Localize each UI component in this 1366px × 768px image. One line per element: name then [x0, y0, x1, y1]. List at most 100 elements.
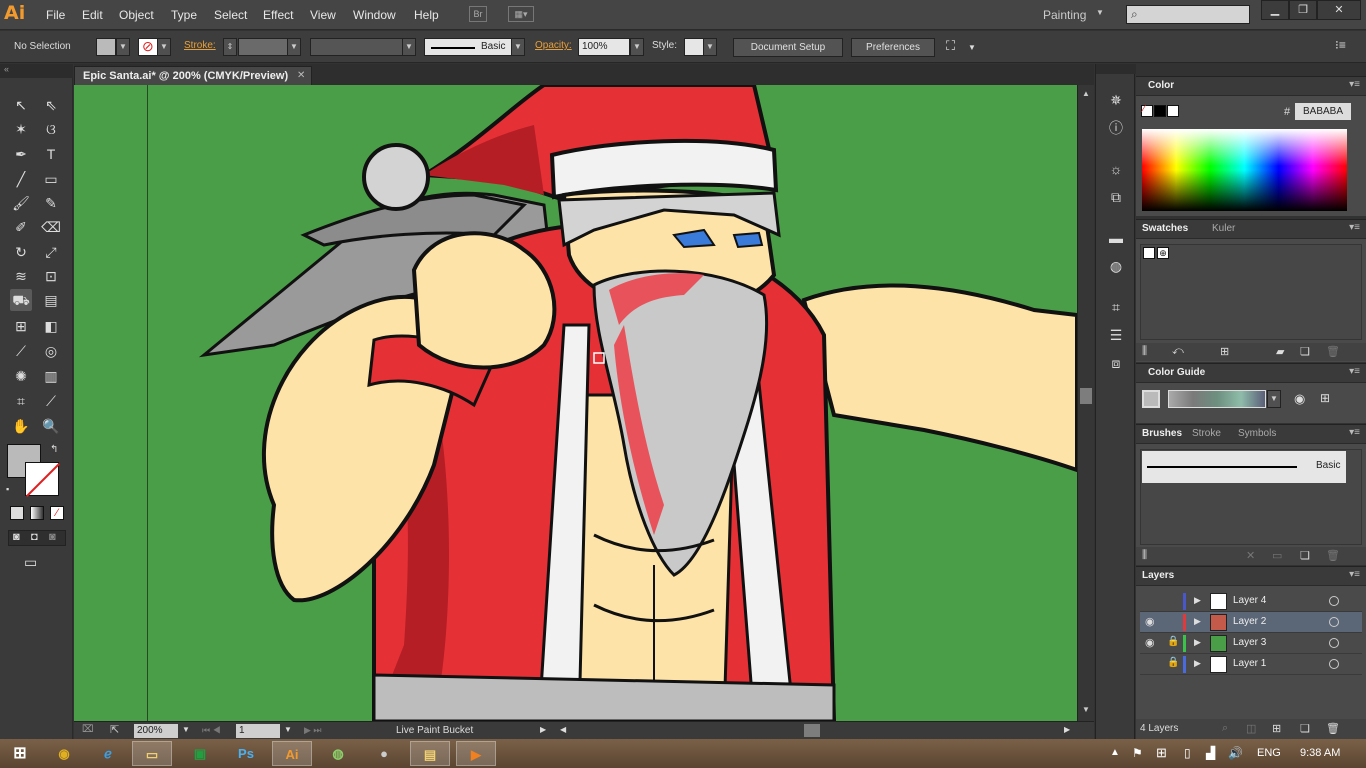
new-group-icon[interactable]: ▰: [1276, 345, 1284, 358]
locate-object-icon[interactable]: ⌕: [1222, 722, 1228, 735]
visibility-eye-icon[interactable]: ◉: [1145, 636, 1155, 649]
stroke-swatch[interactable]: ⊘: [138, 38, 158, 56]
layer-name[interactable]: Layer 3: [1233, 637, 1266, 648]
default-colors-icon[interactable]: ▪: [6, 484, 9, 494]
selection-tool-icon[interactable]: ↖: [10, 94, 32, 116]
expand-triangle-icon[interactable]: ▶: [1194, 637, 1201, 648]
mesh-tool-icon[interactable]: ⊞: [10, 315, 32, 337]
brush-dropdown[interactable]: ▼: [511, 38, 525, 56]
delete-icon[interactable]: 🗑: [1326, 345, 1340, 358]
preferences-button[interactable]: Preferences: [851, 38, 935, 57]
harmony-rules-strip[interactable]: [1168, 390, 1266, 408]
tray-expand-icon[interactable]: ▲: [1110, 747, 1120, 758]
app-icon[interactable]: ◍: [318, 741, 358, 766]
opacity-field[interactable]: 100%: [578, 38, 630, 56]
file-explorer-icon[interactable]: ▭: [132, 741, 172, 766]
app-icon[interactable]: ●: [364, 741, 404, 766]
document-setup-button[interactable]: Document Setup: [733, 38, 843, 57]
layer-name[interactable]: Layer 4: [1233, 595, 1266, 606]
base-color-swatch[interactable]: [1142, 390, 1160, 408]
gradient-mode-icon[interactable]: [30, 506, 44, 520]
stroke-tab[interactable]: Stroke: [1192, 428, 1221, 439]
rectangle-tool-icon[interactable]: ▭: [40, 168, 62, 190]
bridge-icon[interactable]: Br: [469, 6, 487, 22]
zoom-dropdown-icon[interactable]: ▼: [182, 725, 190, 734]
new-swatch-icon[interactable]: ❏: [1300, 345, 1310, 358]
fill-dropdown[interactable]: ▼: [116, 38, 130, 56]
swatch-options-icon[interactable]: ⊞: [1220, 345, 1229, 358]
profile-dropdown[interactable]: ▼: [402, 38, 416, 56]
menu-object[interactable]: Object: [119, 8, 154, 22]
layer-row[interactable]: ◉ 🔒 ▶ Layer 3: [1140, 633, 1362, 654]
zoom-field[interactable]: 200%: [134, 724, 178, 738]
warp-tool-icon[interactable]: ≋: [10, 265, 32, 287]
target-circle-icon[interactable]: [1329, 659, 1339, 669]
target-circle-icon[interactable]: [1329, 638, 1339, 648]
variable-width-profile[interactable]: [310, 38, 404, 56]
fill-swatch[interactable]: [96, 38, 116, 56]
minimize-button[interactable]: ▁: [1261, 0, 1289, 20]
new-layer-icon[interactable]: ❏: [1300, 722, 1310, 735]
panel-menu-icon[interactable]: ▾≡: [1349, 222, 1360, 233]
start-button[interactable]: ⊞: [0, 741, 40, 766]
kuler-tab[interactable]: Kuler: [1212, 223, 1235, 234]
vertical-scroll-thumb[interactable]: [1080, 388, 1092, 404]
brush-library-icon[interactable]: ⫼: [1142, 549, 1147, 562]
lock-icon[interactable]: 🔒: [1167, 657, 1179, 668]
draw-behind-icon[interactable]: ◘: [31, 531, 38, 543]
type-tool-icon[interactable]: T: [40, 143, 62, 165]
color-guide-tab[interactable]: Color Guide: [1148, 367, 1205, 378]
layer-row[interactable]: ◉ ▶ Layer 2: [1140, 612, 1362, 633]
new-sublayer-icon[interactable]: ⊞: [1272, 722, 1281, 735]
next-artboard-icon[interactable]: ▶ ⏭: [304, 725, 322, 736]
menu-window[interactable]: Window: [353, 8, 396, 22]
media-player-icon[interactable]: ▶: [456, 741, 496, 766]
save-color-group-icon[interactable]: ⊞: [1320, 391, 1330, 405]
brushes-tab[interactable]: Brushes: [1142, 428, 1182, 439]
new-brush-icon[interactable]: ❏: [1300, 549, 1310, 562]
zoom-tool-icon[interactable]: 🔍: [40, 415, 62, 437]
document-tab[interactable]: Epic Santa.ai* @ 200% (CMYK/Preview) ✕: [74, 66, 312, 85]
swatch-library-icon[interactable]: ⫼: [1142, 345, 1147, 358]
stroke-weight-stepper[interactable]: ⇕: [223, 38, 237, 56]
menu-help[interactable]: Help: [414, 8, 439, 22]
line-tool-icon[interactable]: ╱: [10, 168, 32, 190]
layer-name[interactable]: Layer 2: [1233, 616, 1266, 627]
color-group-icon[interactable]: ◉: [1294, 391, 1305, 407]
delete-brush-icon[interactable]: 🗑: [1326, 549, 1340, 562]
clipping-mask-icon[interactable]: ◫: [1246, 722, 1256, 735]
workspace-switcher[interactable]: Painting: [1043, 8, 1086, 22]
pathfinder-icon[interactable]: ⧈: [1106, 353, 1126, 373]
stroke-color-box[interactable]: [25, 462, 59, 496]
transform-icon[interactable]: ⌗: [1106, 297, 1126, 317]
menu-select[interactable]: Select: [214, 8, 247, 22]
eyedropper-tool-icon[interactable]: ⟋: [10, 340, 32, 362]
menu-type[interactable]: Type: [171, 8, 197, 22]
layer-name[interactable]: Layer 1: [1233, 658, 1266, 669]
menu-file[interactable]: File: [46, 8, 65, 22]
slice-tool-icon[interactable]: ⟋: [40, 390, 62, 412]
dock-header[interactable]: [1096, 64, 1136, 74]
remove-brush-stroke-icon[interactable]: ✕: [1246, 549, 1255, 562]
align-icon[interactable]: ☰: [1106, 325, 1126, 345]
symbol-sprayer-tool-icon[interactable]: ✺: [10, 365, 32, 387]
search-input[interactable]: ⌕: [1126, 5, 1250, 24]
pencil-tool-icon[interactable]: ✎: [40, 192, 62, 214]
brush-item-basic[interactable]: Basic: [1142, 451, 1346, 483]
close-button[interactable]: ✕: [1317, 0, 1361, 20]
artboard-tool-icon[interactable]: ⌗: [10, 390, 32, 412]
first-artboard-icon[interactable]: ⏮ ◀: [202, 725, 221, 736]
action-center-icon[interactable]: ⚑: [1132, 746, 1143, 760]
panel-menu-icon[interactable]: ⁝≡: [1335, 38, 1346, 52]
network-icon[interactable]: ▟: [1206, 746, 1215, 760]
pen-tool-icon[interactable]: ✒: [10, 143, 32, 165]
perspective-grid-tool-icon[interactable]: ▤: [40, 289, 62, 311]
battery-icon[interactable]: ▯: [1184, 746, 1191, 760]
free-transform-tool-icon[interactable]: ⊡: [40, 265, 62, 287]
color-spectrum[interactable]: [1142, 129, 1347, 211]
clock[interactable]: 9:38 AM: [1300, 747, 1340, 759]
none-swatch[interactable]: ⁄: [1141, 104, 1153, 117]
swatches-tab[interactable]: Swatches: [1142, 223, 1188, 234]
brush-options-icon[interactable]: ▭: [1272, 549, 1282, 562]
illustrator-icon[interactable]: Ai: [272, 741, 312, 766]
